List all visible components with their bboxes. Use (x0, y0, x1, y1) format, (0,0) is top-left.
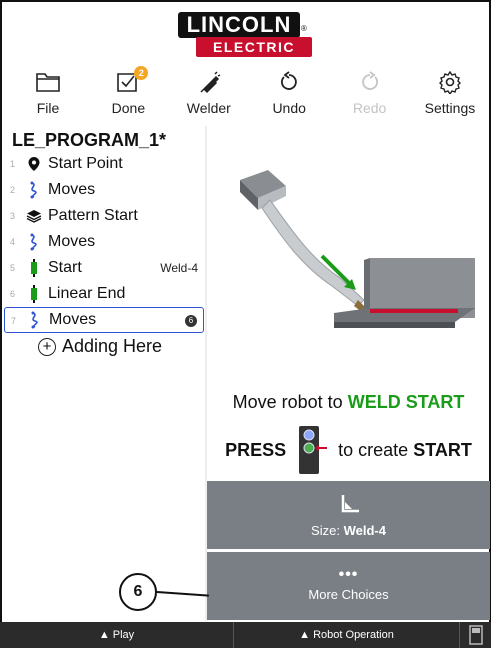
program-title: LE_PROGRAM_1* (12, 130, 167, 150)
gear-icon (438, 68, 462, 96)
folder-icon (35, 68, 61, 96)
step-number: 6 (10, 289, 16, 299)
step-pattern-start[interactable]: 3 Pattern Start (4, 203, 204, 229)
create-label: to create (338, 439, 409, 460)
layers-icon (24, 209, 44, 223)
more-dots-icon: ••• (338, 565, 359, 583)
instruction-prefix: Move robot to (232, 392, 348, 412)
step-label: Linear End (48, 285, 126, 302)
moves-icon (24, 233, 44, 251)
done-label: Done (111, 100, 146, 116)
weld-size-text: Size: Weld-4 (311, 523, 386, 538)
weld-start-icon (24, 259, 44, 277)
size-value: Weld-4 (343, 522, 386, 538)
file-label: File (36, 100, 60, 116)
weld-end-icon (24, 285, 44, 303)
welder-button[interactable]: Welder (171, 68, 247, 124)
moves-icon (24, 181, 44, 199)
step-moves-selected[interactable]: 7 Moves 6 (4, 307, 204, 333)
toolbar: File 2 Done Welder Undo Redo Settings (10, 66, 488, 124)
step-label: Moves (48, 181, 96, 198)
weld-size-button[interactable]: Size: Weld-4 (207, 481, 490, 549)
fillet-weld-icon (341, 494, 359, 512)
step-label: Moves (49, 311, 97, 328)
step-label: Pattern Start (48, 207, 138, 224)
weld-start-highlight: WELD START (347, 392, 465, 412)
moves-icon (25, 311, 45, 329)
logo-line1: LINCOLN (178, 12, 300, 38)
step-label: Start Point (48, 155, 123, 172)
step-start-point[interactable]: 1 Start Point (4, 151, 204, 177)
more-choices-button[interactable]: ••• More Choices (207, 552, 490, 620)
redo-icon (359, 68, 381, 96)
adding-label: Adding Here (62, 336, 163, 356)
plus-circle-icon: + (38, 337, 56, 356)
play-button[interactable]: ▲ Play (0, 622, 234, 648)
undo-button[interactable]: Undo (251, 68, 327, 124)
location-pin-icon (24, 156, 44, 172)
bottom-bar: ▲ Play ▲ Robot Operation (0, 622, 491, 648)
program-step-list: 1 Start Point 2 Moves 3 Pattern Start 4 … (4, 151, 204, 333)
callout-number: 6 (119, 573, 157, 611)
logo-registered: ® (301, 24, 307, 33)
instruction-line-2: PRESS to create START (206, 424, 491, 476)
logo-line2: ELECTRIC (196, 37, 312, 57)
done-button[interactable]: 2 Done (90, 66, 166, 124)
step-weld-start[interactable]: 5 Start Weld-4 (4, 255, 204, 281)
instruction-line-1: Move robot to WELD START (206, 392, 491, 413)
press-label: PRESS (225, 439, 287, 460)
step-number: 5 (10, 263, 16, 273)
step-number: 3 (10, 211, 16, 221)
settings-button[interactable]: Settings (412, 68, 488, 124)
size-prefix: Size: (311, 522, 344, 538)
more-choices-label: More Choices (308, 586, 389, 602)
step-weld-tag: Weld-4 (160, 261, 198, 275)
step-moves[interactable]: 2 Moves (4, 177, 204, 203)
settings-label: Settings (424, 100, 476, 116)
step-number: 4 (10, 237, 16, 247)
redo-label: Redo (352, 100, 387, 116)
step-number: 1 (10, 159, 16, 169)
redo-button[interactable]: Redo (332, 68, 408, 124)
welder-torch-icon (197, 68, 221, 96)
step-label: Moves (48, 233, 96, 250)
undo-icon (278, 68, 300, 96)
lincoln-electric-logo: LINCOLN ® ELECTRIC (178, 12, 312, 58)
pendant-toggle-button[interactable] (460, 622, 491, 648)
weld-torch-illustration (240, 170, 475, 328)
step-moves[interactable]: 4 Moves (4, 229, 204, 255)
step-number: 7 (11, 316, 17, 326)
done-badge: 2 (134, 66, 149, 80)
start-label: START (413, 439, 472, 460)
undo-label: Undo (272, 100, 306, 116)
teach-pendant-button-icon (299, 426, 328, 474)
step-linear-end[interactable]: 6 Linear End (4, 281, 204, 307)
robot-operation-button[interactable]: ▲ Robot Operation (234, 622, 460, 648)
pendant-icon (468, 625, 483, 645)
step-label: Start (48, 259, 82, 276)
welder-label: Welder (186, 100, 231, 116)
step-number: 2 (10, 185, 16, 195)
adding-here[interactable]: + Adding Here (38, 336, 162, 357)
step-count-badge: 6 (185, 315, 197, 327)
file-button[interactable]: File (10, 68, 86, 124)
